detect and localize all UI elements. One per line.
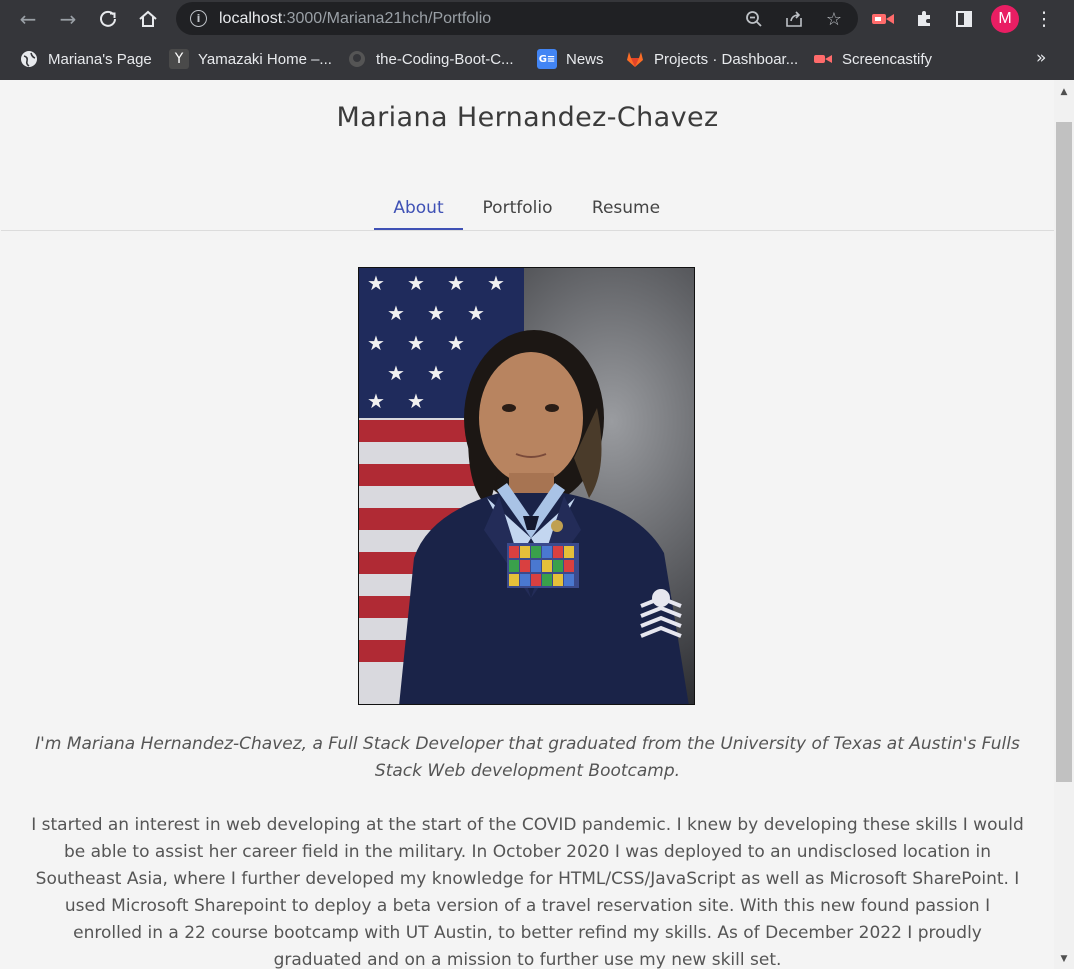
svg-text:★: ★	[447, 331, 465, 355]
svg-text:★: ★	[447, 271, 465, 295]
tab-resume[interactable]: Resume	[581, 192, 671, 230]
tab-portfolio[interactable]: Portfolio	[471, 192, 564, 230]
vertical-scrollbar[interactable]: ▲ ▼	[1054, 80, 1074, 969]
site-title: Mariana Hernandez-Chavez	[336, 102, 719, 133]
forward-arrow-icon[interactable]: →	[54, 5, 82, 33]
home-icon[interactable]	[134, 5, 162, 33]
more-bookmarks-chevron-icon[interactable]: »	[1036, 48, 1046, 68]
scroll-up-arrow-icon[interactable]: ▲	[1054, 83, 1074, 101]
url-host: localhost	[219, 10, 283, 27]
bookmark-star-icon[interactable]: ☆	[822, 7, 846, 31]
bookmark-label: Yamazaki Home –...	[198, 50, 332, 68]
svg-text:★: ★	[487, 271, 505, 295]
bookmark-label: News	[566, 50, 604, 68]
scroll-down-arrow-icon[interactable]: ▼	[1054, 950, 1074, 968]
extensions-puzzle-icon[interactable]	[910, 5, 938, 33]
tab-divider	[1, 230, 1054, 231]
screencastify-icon	[813, 49, 833, 69]
globe-icon	[19, 49, 39, 69]
reload-icon[interactable]	[94, 5, 122, 33]
github-icon	[347, 49, 367, 69]
svg-text:★: ★	[407, 331, 425, 355]
nav-tabs: About Portfolio Resume	[1, 192, 1054, 230]
intro-text: I'm Mariana Hernandez-Chavez, a Full Sta…	[35, 734, 1020, 781]
bookmark-label: Screencastify	[842, 50, 933, 68]
svg-text:★: ★	[427, 361, 445, 385]
svg-text:★: ★	[367, 271, 385, 295]
bio-text: I started an interest in web developing …	[31, 815, 1024, 969]
gitlab-icon	[625, 49, 645, 69]
ribbon-rack	[507, 543, 579, 588]
address-bar[interactable]: i localhost:3000/Mariana21hch/Portfolio …	[176, 2, 858, 35]
more-menu-icon[interactable]: ⋮	[1030, 5, 1058, 33]
bookmark-coding-boot-camp[interactable]: the-Coding-Boot-C...	[347, 48, 514, 70]
svg-text:★: ★	[387, 361, 405, 385]
site-info-icon[interactable]: i	[190, 10, 207, 27]
bookmark-label: the-Coding-Boot-C...	[376, 50, 514, 68]
url-path: :3000/Mariana21hch/Portfolio	[282, 10, 492, 27]
svg-text:★: ★	[407, 389, 425, 413]
browser-toolbar: ← → i localhost:3000/Mariana21hch/Portfo…	[0, 0, 1074, 38]
bookmarks-bar: Mariana's Page Y Yamazaki Home –... the-…	[0, 38, 1074, 80]
svg-text:★: ★	[407, 271, 425, 295]
bookmark-label: Projects · Dashboar...	[654, 50, 799, 68]
svg-text:★: ★	[367, 331, 385, 355]
bookmark-news[interactable]: G≡ News	[537, 48, 604, 70]
bookmark-marianas-page[interactable]: Mariana's Page	[19, 48, 152, 70]
share-icon[interactable]	[782, 7, 806, 31]
profile-photo: ★ ★ ★ ★ ★ ★ ★ ★ ★ ★ ★ ★ ★ ★	[358, 267, 695, 705]
bookmark-projects-dashboard[interactable]: Projects · Dashboar...	[625, 48, 798, 70]
svg-text:★: ★	[427, 301, 445, 325]
page-viewport: Mariana Hernandez-Chavez About Portfolio…	[0, 80, 1074, 969]
screencastify-extension-icon[interactable]	[869, 5, 897, 33]
back-arrow-icon[interactable]: ←	[14, 5, 42, 33]
bookmark-label: Mariana's Page	[48, 50, 152, 68]
page-content: Mariana Hernandez-Chavez About Portfolio…	[1, 80, 1054, 969]
profile-avatar[interactable]: M	[991, 5, 1019, 33]
zoom-icon[interactable]	[742, 7, 766, 31]
scrollbar-thumb[interactable]	[1056, 122, 1072, 782]
bookmark-yamazaki-home[interactable]: Y Yamazaki Home –...	[169, 48, 332, 70]
y-icon: Y	[169, 49, 189, 69]
svg-text:★: ★	[367, 389, 385, 413]
bookmark-screencastify[interactable]: Screencastify	[813, 48, 932, 70]
url-text[interactable]: localhost:3000/Mariana21hch/Portfolio	[219, 10, 491, 28]
svg-text:★: ★	[467, 301, 485, 325]
google-news-icon: G≡	[537, 49, 557, 69]
tab-about[interactable]: About	[374, 192, 463, 230]
side-panel-icon[interactable]	[950, 5, 978, 33]
svg-text:★: ★	[387, 301, 405, 325]
